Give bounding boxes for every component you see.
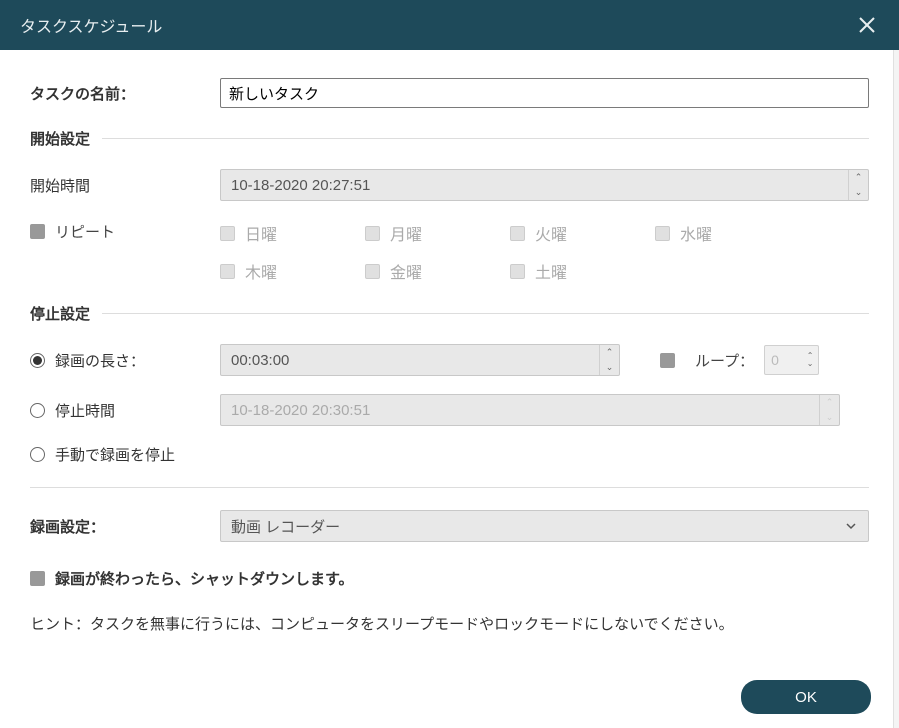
loop-checkbox[interactable] bbox=[660, 353, 675, 368]
day-sat-label: 土曜 bbox=[535, 259, 567, 283]
task-name-input[interactable] bbox=[220, 78, 869, 108]
close-icon bbox=[858, 16, 876, 34]
day-tue-checkbox[interactable] bbox=[510, 226, 525, 241]
start-time-value: 10-18-2020 20:27:51 bbox=[221, 177, 848, 194]
hint-text: ヒント：タスクを無事に行うには、コンピュータをスリープモードやロックモードにしな… bbox=[30, 613, 869, 634]
duration-up[interactable]: ⌃ bbox=[600, 345, 619, 360]
manual-stop-row: 手動で録画を停止 bbox=[30, 444, 869, 465]
task-name-row: タスクの名前： bbox=[30, 78, 869, 108]
duration-row: 録画の長さ： 00:03:00 ⌃ ⌄ ループ： 0 ⌃ ⌄ bbox=[30, 344, 869, 376]
duration-value: 00:03:00 bbox=[221, 352, 599, 369]
day-fri-label: 金曜 bbox=[390, 259, 422, 283]
divider bbox=[30, 487, 869, 488]
repeat-label: リピート bbox=[55, 221, 115, 242]
manual-stop-radio[interactable] bbox=[30, 447, 45, 462]
duration-spinner[interactable]: 00:03:00 ⌃ ⌄ bbox=[220, 344, 620, 376]
footer: OK bbox=[741, 680, 871, 714]
stop-settings-header: 停止設定 bbox=[30, 303, 869, 324]
loop-down[interactable]: ⌄ bbox=[802, 360, 818, 368]
right-edge-strip bbox=[893, 50, 899, 728]
start-settings-title: 開始設定 bbox=[30, 128, 90, 149]
shutdown-row: 録画が終わったら、シャットダウンします。 bbox=[30, 568, 869, 589]
day-sat-checkbox[interactable] bbox=[510, 264, 525, 279]
close-button[interactable] bbox=[855, 13, 879, 37]
day-mon-checkbox[interactable] bbox=[365, 226, 380, 241]
stop-time-row: 停止時間 10-18-2020 20:30:51 ⌃ ⌄ bbox=[30, 394, 869, 426]
duration-label: 録画の長さ： bbox=[55, 350, 220, 371]
stop-time-radio[interactable] bbox=[30, 403, 45, 418]
shutdown-checkbox[interactable] bbox=[30, 571, 45, 586]
start-time-label: 開始時間 bbox=[30, 175, 220, 196]
stop-time-value: 10-18-2020 20:30:51 bbox=[221, 402, 819, 419]
stop-time-down[interactable]: ⌄ bbox=[820, 410, 839, 425]
loop-label: ループ： bbox=[695, 350, 754, 371]
duration-down[interactable]: ⌄ bbox=[600, 360, 619, 375]
recorder-selected-value: 動画 レコーダー bbox=[231, 516, 340, 537]
start-settings-header: 開始設定 bbox=[30, 128, 869, 149]
loop-count-value: 0 bbox=[765, 352, 802, 368]
loop-count-spinner[interactable]: 0 ⌃ ⌄ bbox=[764, 345, 819, 375]
task-name-label: タスクの名前： bbox=[30, 83, 220, 104]
start-time-up[interactable]: ⌃ bbox=[849, 170, 868, 185]
titlebar: タスクスケジュール bbox=[0, 0, 899, 50]
manual-stop-label: 手動で録画を停止 bbox=[55, 444, 220, 465]
shutdown-label: 録画が終わったら、シャットダウンします。 bbox=[55, 568, 354, 589]
chevron-down-icon bbox=[844, 519, 858, 533]
stop-settings-title: 停止設定 bbox=[30, 303, 90, 324]
stop-time-label: 停止時間 bbox=[55, 400, 220, 421]
day-fri-checkbox[interactable] bbox=[365, 264, 380, 279]
stop-time-up[interactable]: ⌃ bbox=[820, 395, 839, 410]
recorder-select[interactable]: 動画 レコーダー bbox=[220, 510, 869, 542]
dialog-title: タスクスケジュール bbox=[20, 13, 162, 37]
day-thu-checkbox[interactable] bbox=[220, 264, 235, 279]
start-time-spinner[interactable]: 10-18-2020 20:27:51 ⌃ ⌄ bbox=[220, 169, 869, 201]
start-time-row: 開始時間 10-18-2020 20:27:51 ⌃ ⌄ bbox=[30, 169, 869, 201]
divider bbox=[102, 313, 869, 314]
ok-button[interactable]: OK bbox=[741, 680, 871, 714]
start-time-down[interactable]: ⌄ bbox=[849, 185, 868, 200]
day-wed-label: 水曜 bbox=[680, 221, 712, 245]
stop-time-spinner[interactable]: 10-18-2020 20:30:51 ⌃ ⌄ bbox=[220, 394, 840, 426]
record-settings-label: 録画設定： bbox=[30, 516, 220, 537]
day-tue-label: 火曜 bbox=[535, 221, 567, 245]
repeat-row: リピート 日曜 月曜 火曜 水曜 bbox=[30, 221, 869, 283]
day-sun-label: 日曜 bbox=[245, 221, 277, 245]
repeat-checkbox[interactable] bbox=[30, 224, 45, 239]
record-settings-row: 録画設定： 動画 レコーダー bbox=[30, 510, 869, 542]
day-mon-label: 月曜 bbox=[390, 221, 422, 245]
day-thu-label: 木曜 bbox=[245, 259, 277, 283]
duration-radio[interactable] bbox=[30, 353, 45, 368]
day-sun-checkbox[interactable] bbox=[220, 226, 235, 241]
divider bbox=[102, 138, 869, 139]
day-wed-checkbox[interactable] bbox=[655, 226, 670, 241]
